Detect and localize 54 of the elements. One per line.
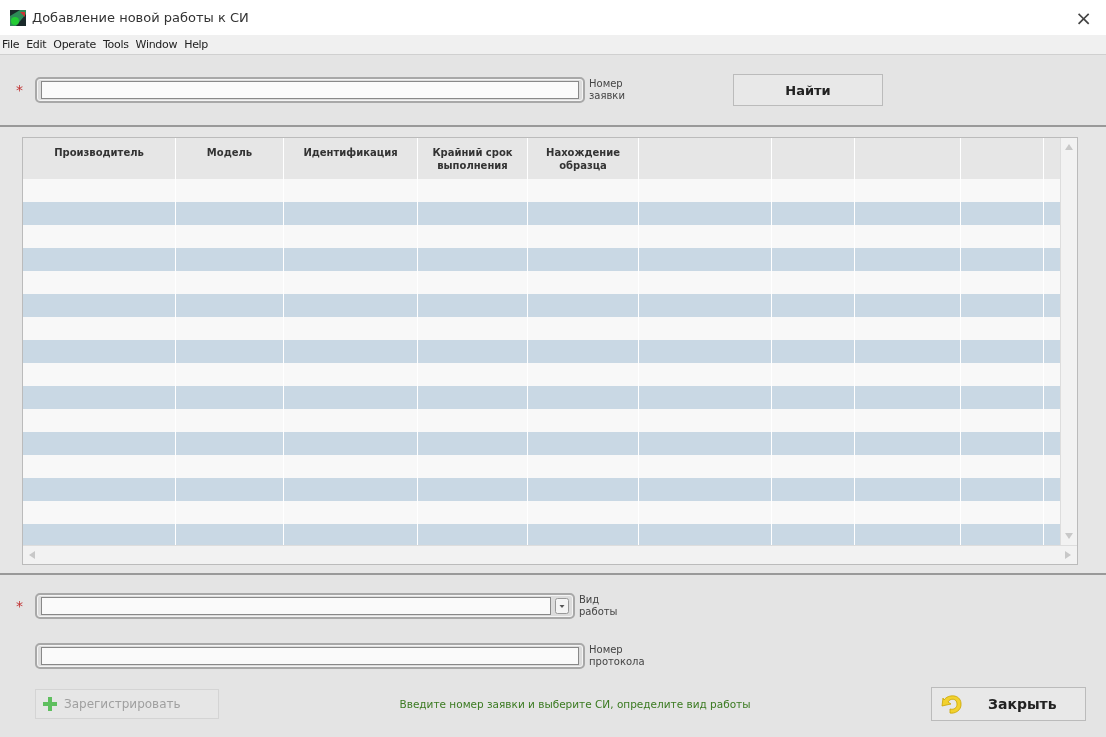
scroll-up-icon[interactable] [1065,144,1073,150]
menu-item[interactable]: Operate [53,38,96,51]
table-row[interactable] [23,409,1060,432]
column-header[interactable] [855,138,961,179]
find-button[interactable]: Найти [733,74,883,106]
field-label: Номер протокола [589,644,646,668]
work-type-dropdown[interactable] [35,593,575,619]
scroll-left-icon[interactable] [29,551,35,559]
menu-item[interactable]: Help [184,38,209,51]
required-mark: * [16,598,24,614]
table-row[interactable] [23,363,1060,386]
close-button[interactable]: Закрыть [931,687,1086,721]
close-button[interactable]: × [1069,5,1098,30]
table-row[interactable] [23,294,1060,317]
vertical-scrollbar[interactable] [1060,138,1077,545]
table-row[interactable] [23,432,1060,455]
table-row[interactable] [23,501,1060,524]
table-row[interactable] [23,271,1060,294]
field-label: Номер заявки [589,78,626,102]
column-header[interactable] [961,138,1044,179]
menu-item[interactable]: Window [135,38,178,51]
required-mark: * [16,82,24,98]
status-message: Введите номер заявки и выберите СИ, определите вид работы [398,698,752,710]
menu-item[interactable]: Tools [103,38,129,51]
column-header[interactable] [1044,138,1060,179]
field-label: Вид работы [579,594,619,618]
column-header[interactable]: Модель [176,138,284,179]
table-row[interactable] [23,455,1060,478]
table-row[interactable] [23,248,1060,271]
table-row[interactable] [23,317,1060,340]
table-row[interactable] [23,524,1060,545]
column-header[interactable]: Идентификация [284,138,418,179]
table-row[interactable] [23,386,1060,409]
menu-item[interactable]: Edit [26,38,47,51]
table-row[interactable] [23,225,1060,248]
protocol-number-field[interactable] [35,643,585,669]
table-row[interactable] [23,202,1060,225]
scroll-down-icon[interactable] [1065,533,1073,539]
request-number-field[interactable] [35,77,585,103]
column-header[interactable]: Нахождение образца [528,138,639,179]
dropdown-icon[interactable] [555,598,569,614]
column-header[interactable] [639,138,772,179]
horizontal-scrollbar[interactable] [23,545,1077,564]
plus-icon [42,696,58,712]
window-title: Добавление новой работы к СИ [32,10,249,25]
column-header[interactable]: Производитель [23,138,176,179]
table-row[interactable] [23,179,1060,202]
app-icon [10,9,26,26]
column-header[interactable]: Крайний срок выполнения [418,138,528,179]
scroll-right-icon[interactable] [1065,551,1071,559]
menu-item[interactable]: File [2,38,20,51]
table-row[interactable] [23,340,1060,363]
column-header[interactable] [772,138,855,179]
table-row[interactable] [23,478,1060,501]
